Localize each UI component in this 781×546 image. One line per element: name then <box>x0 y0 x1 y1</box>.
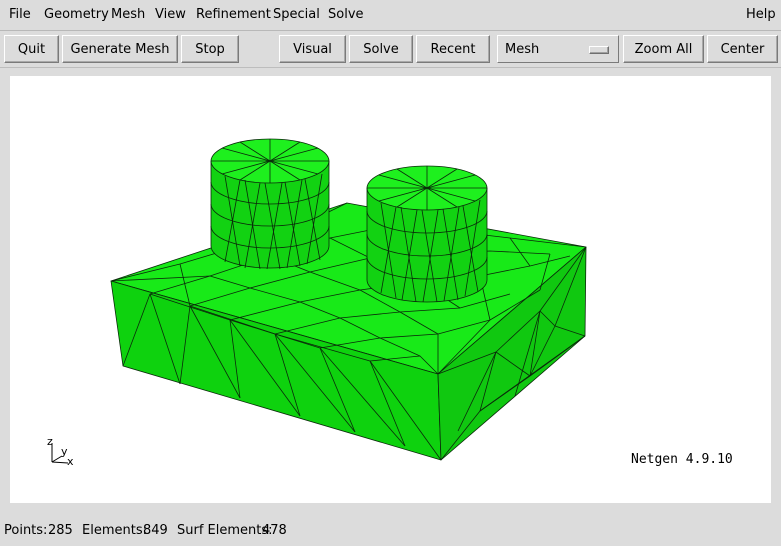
points-value: 285 <box>48 523 73 538</box>
menu-solve[interactable]: Solve <box>328 7 364 23</box>
axis-label-z: z <box>47 435 53 448</box>
stop-button[interactable]: Stop <box>181 35 239 63</box>
menu-file[interactable]: File <box>9 7 31 23</box>
elements-label: Elements: <box>82 523 147 538</box>
elements-value: 849 <box>143 523 168 538</box>
solve-button[interactable]: Solve <box>349 35 413 63</box>
dropdown-indicator-icon <box>589 46 609 54</box>
view-mode-dropdown[interactable]: Mesh <box>497 35 619 63</box>
recent-button[interactable]: Recent <box>416 35 490 63</box>
left-cylinder <box>210 138 330 270</box>
status-bar: Points: 285 Elements: 849 Surf Elements:… <box>0 515 781 545</box>
menu-view[interactable]: View <box>155 7 186 23</box>
mesh-render <box>51 138 587 464</box>
zoom-all-button[interactable]: Zoom All <box>623 35 704 63</box>
menu-bar: File Geometry Mesh View Refinement Speci… <box>0 0 781 31</box>
menu-refinement[interactable]: Refinement <box>196 7 271 23</box>
surf-elements-label: Surf Elements: <box>177 523 273 538</box>
generate-mesh-button[interactable]: Generate Mesh <box>62 35 178 63</box>
axis-label-x: x <box>67 455 74 468</box>
toolbar: Quit Generate Mesh Stop Visual Solve Rec… <box>0 31 781 68</box>
menu-help[interactable]: Help <box>746 7 776 23</box>
points-label: Points: <box>4 523 48 538</box>
center-button[interactable]: Center <box>707 35 778 63</box>
visual-button[interactable]: Visual <box>279 35 346 63</box>
surf-elements-value: 478 <box>262 523 287 538</box>
quit-button[interactable]: Quit <box>4 35 59 63</box>
mesh-viewport[interactable]: z y x Netgen 4.9.10 <box>10 76 771 503</box>
view-mode-value: Mesh <box>505 41 540 57</box>
menu-geometry[interactable]: Geometry <box>44 7 109 23</box>
right-cylinder <box>366 165 488 303</box>
menu-special[interactable]: Special <box>273 7 320 23</box>
menu-mesh[interactable]: Mesh <box>111 7 145 23</box>
version-label: Netgen 4.9.10 <box>631 452 733 467</box>
